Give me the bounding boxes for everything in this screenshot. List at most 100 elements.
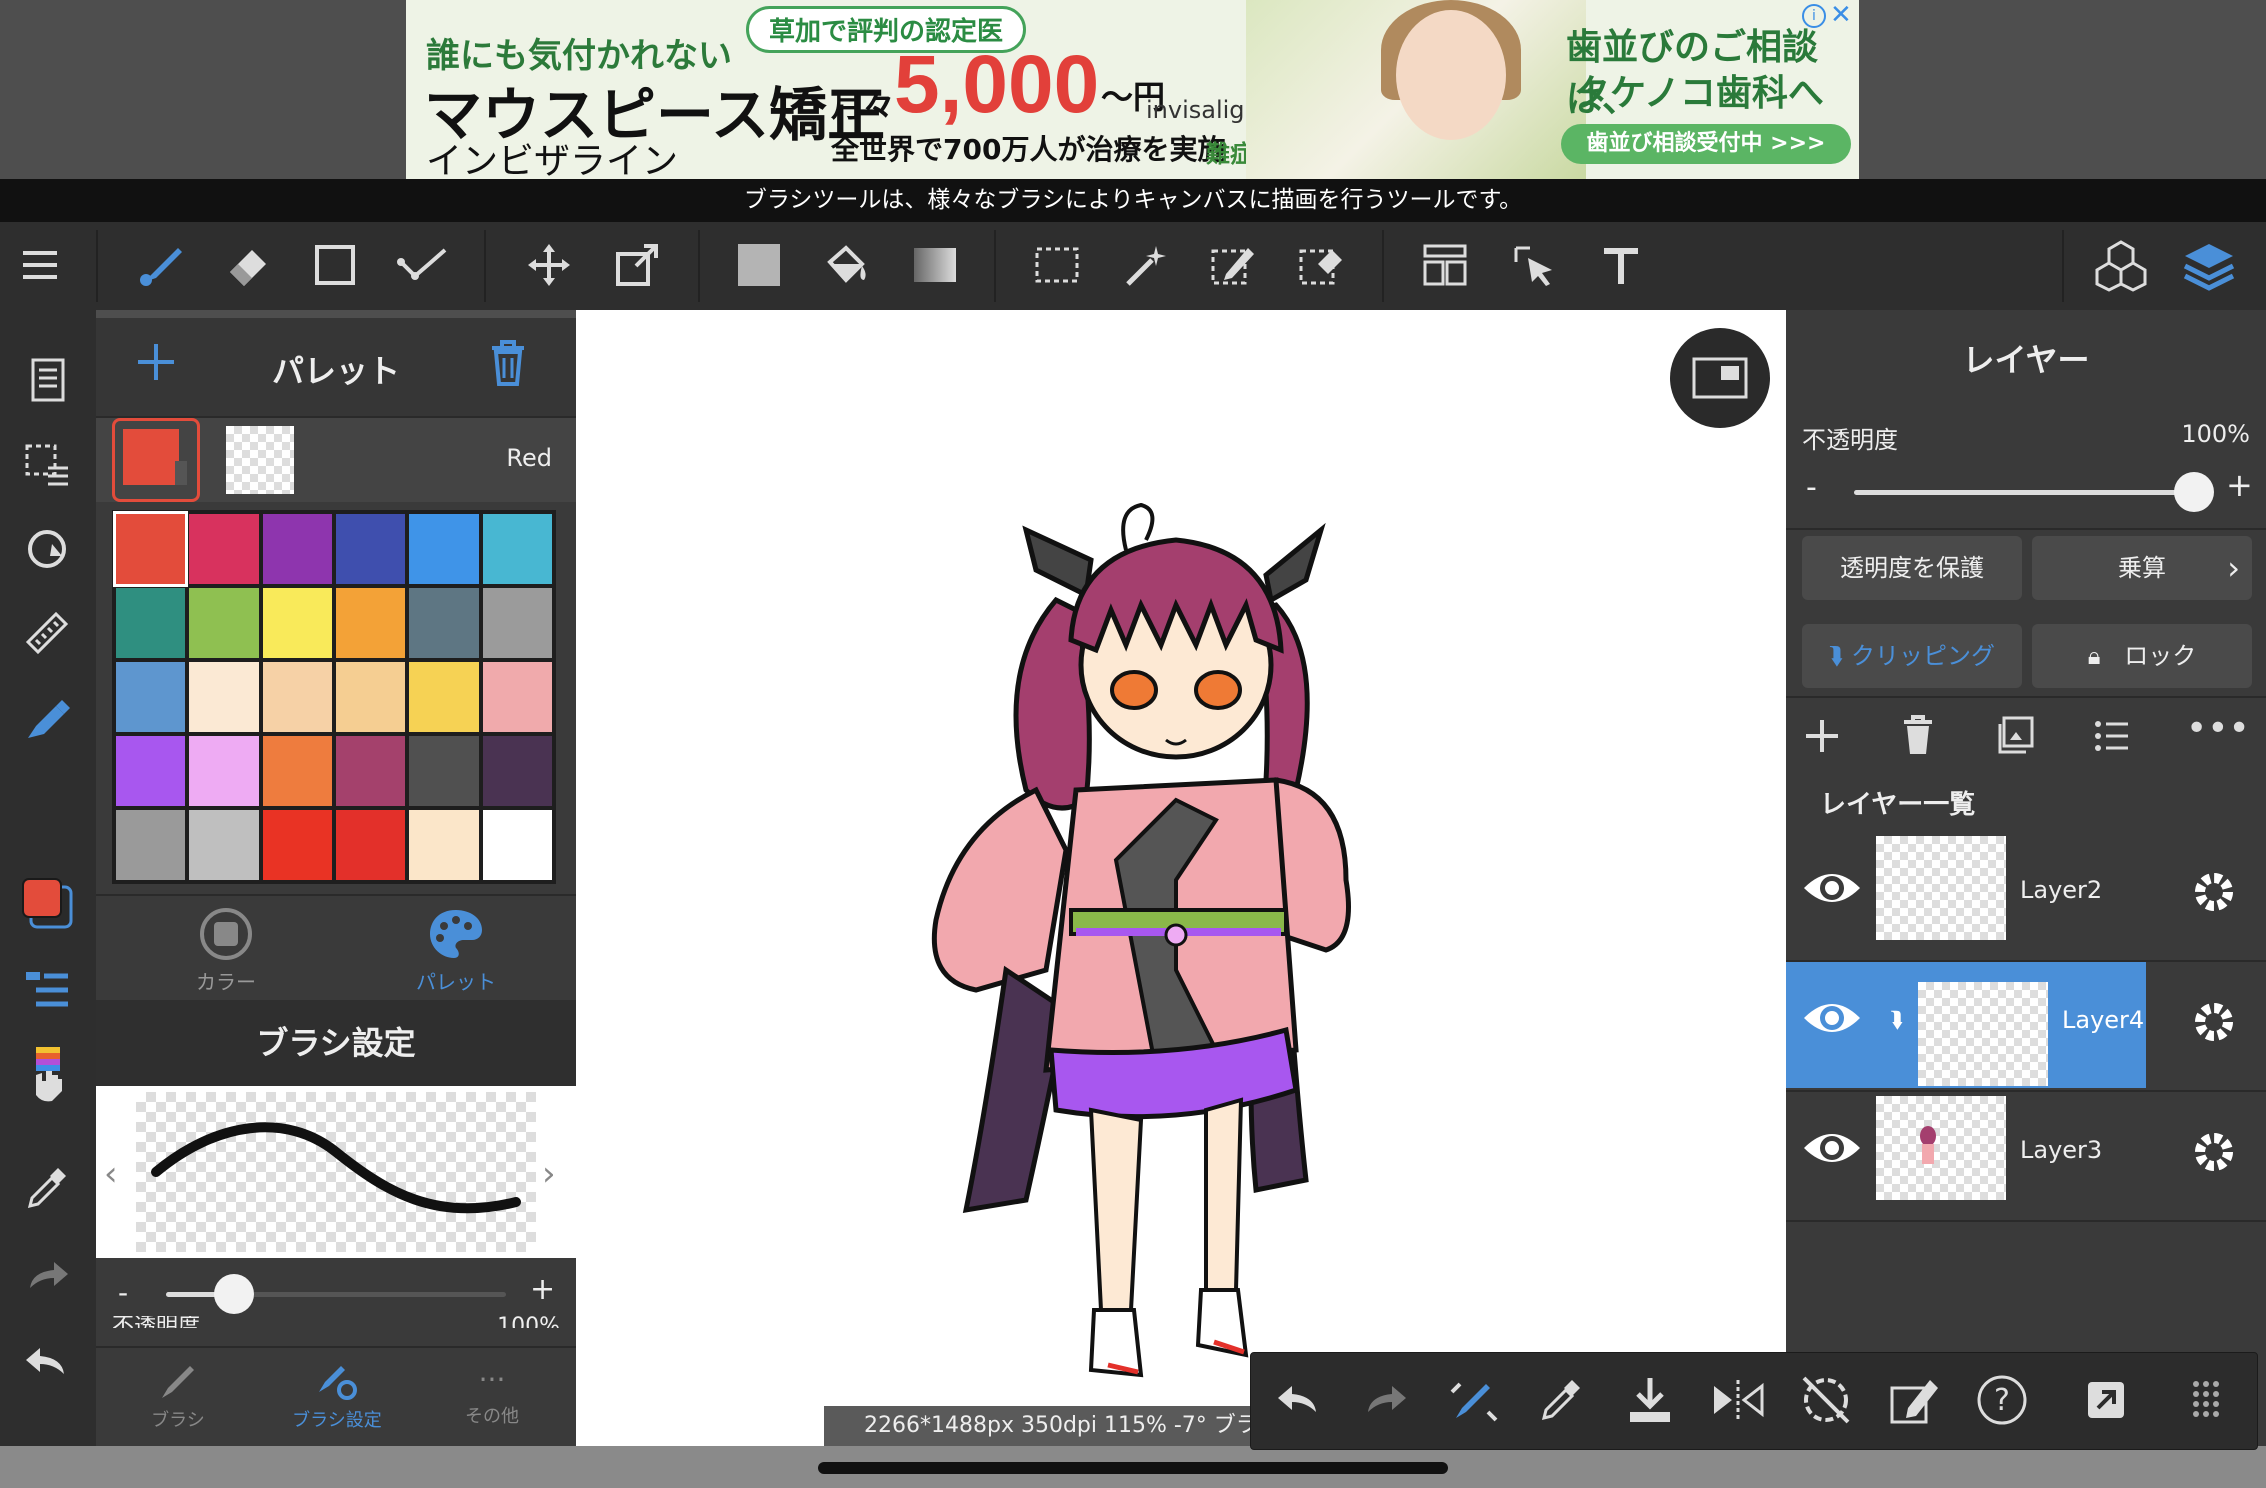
fill-color-icon[interactable] [726, 232, 792, 298]
brush-settings-icon[interactable] [14, 686, 80, 752]
layer-row-selected[interactable]: ⮯ Layer4 [1786, 960, 2266, 1092]
undo-icon[interactable] [14, 1330, 80, 1396]
select-layer-icon[interactable] [1500, 232, 1566, 298]
primary-color-swatch[interactable] [112, 418, 200, 502]
layout-icon[interactable] [1412, 232, 1478, 298]
palette-swatch[interactable] [262, 588, 332, 658]
move-tool-icon[interactable] [516, 232, 582, 298]
palette-swatch[interactable] [482, 514, 552, 584]
palette-swatch[interactable] [262, 662, 332, 732]
layer-more-icon[interactable]: ••• [2186, 708, 2250, 749]
ad-close-icon[interactable]: ✕ [1830, 0, 1852, 30]
ruler-icon[interactable] [14, 600, 80, 666]
palette-swatch[interactable] [262, 810, 332, 880]
bucket-tool-icon[interactable] [814, 232, 880, 298]
palette-swatch[interactable] [482, 588, 552, 658]
palette-swatch[interactable] [116, 662, 186, 732]
palette-swatch[interactable] [409, 514, 479, 584]
layer-settings-gear-icon[interactable] [2188, 1126, 2240, 1182]
select-pen-icon[interactable] [1200, 232, 1266, 298]
drag-handle-icon[interactable] [2171, 1365, 2241, 1435]
layer-opacity-knob[interactable] [2174, 472, 2214, 512]
opacity-decrease-icon[interactable]: - [1806, 470, 1817, 505]
palette-swatch[interactable] [482, 810, 552, 880]
palette-swatch[interactable] [189, 736, 259, 806]
select-eraser-icon[interactable] [1288, 232, 1354, 298]
line-tool-icon[interactable] [390, 232, 456, 298]
share-icon[interactable] [2071, 1365, 2141, 1435]
delete-layer-icon[interactable] [1898, 714, 1938, 762]
palette-swatch[interactable] [116, 588, 186, 658]
palette-swatch[interactable] [336, 810, 406, 880]
eyedropper-icon[interactable] [14, 1154, 80, 1220]
visibility-eye-icon[interactable] [1800, 1126, 1864, 1174]
menu-icon[interactable] [10, 232, 76, 298]
brush-next-icon[interactable]: › [542, 1154, 556, 1194]
ad-info-icon[interactable]: i [1802, 4, 1826, 28]
transform-icon[interactable] [1879, 1365, 1949, 1435]
shape-tool-icon[interactable] [302, 232, 368, 298]
palette-swatch[interactable] [336, 588, 406, 658]
rotate-view-icon[interactable] [14, 516, 80, 582]
eraser-tool-icon[interactable] [214, 232, 280, 298]
brush-toggle-icon[interactable] [1439, 1365, 1509, 1435]
layer-list-icon[interactable] [14, 958, 80, 1024]
redo-icon[interactable] [1351, 1365, 1421, 1435]
flip-icon[interactable] [1703, 1365, 1773, 1435]
undo-icon[interactable] [1263, 1365, 1333, 1435]
palette-swatch[interactable] [482, 662, 552, 732]
size-increase-icon[interactable]: + [530, 1272, 555, 1307]
palette-swatch[interactable] [116, 736, 186, 806]
color-swatch-icon[interactable] [14, 870, 80, 936]
ad-banner[interactable]: 誰にも気付かれない マウスピース矯正 インビザライン 草加で評判の認定医 月々 … [406, 0, 1859, 179]
palette-swatch[interactable] [189, 588, 259, 658]
layer-list-view-icon[interactable] [2092, 716, 2132, 760]
delete-palette-icon[interactable] [486, 338, 530, 392]
ad-cta-button[interactable]: 歯並び相談受付中 >>> [1561, 124, 1851, 164]
clipping-button[interactable]: ⮯ クリッピング [1802, 624, 2022, 688]
palette-swatch[interactable] [336, 514, 406, 584]
home-indicator[interactable] [818, 1462, 1448, 1474]
redo-icon[interactable] [14, 1244, 80, 1310]
palette-swatch[interactable] [262, 736, 332, 806]
transform-tool-icon[interactable] [604, 232, 670, 298]
palette-swatch[interactable] [409, 588, 479, 658]
brush-tool-icon[interactable] [126, 232, 192, 298]
palette-swatch[interactable] [262, 514, 332, 584]
tab-brush-settings[interactable]: ブラシ設定 [272, 1358, 402, 1432]
palette-swatch[interactable] [336, 662, 406, 732]
text-tool-icon[interactable] [1588, 232, 1654, 298]
eyedropper-icon[interactable] [1527, 1365, 1597, 1435]
layer-opacity-slider[interactable]: - + [1786, 460, 2266, 520]
palette-swatch[interactable] [189, 662, 259, 732]
rotate-reset-icon[interactable] [1791, 1365, 1861, 1435]
palette-swatch[interactable] [409, 662, 479, 732]
palette-swatch[interactable] [409, 810, 479, 880]
rainbow-hand-icon[interactable] [14, 1042, 80, 1108]
visibility-eye-icon[interactable] [1800, 866, 1864, 914]
magic-wand-icon[interactable] [1112, 232, 1178, 298]
tab-brush[interactable]: ブラシ [118, 1358, 238, 1432]
select-tool-icon[interactable] [1024, 232, 1090, 298]
lock-button[interactable]: 🔒︎ ロック [2032, 624, 2252, 688]
tab-color[interactable]: カラー [186, 906, 266, 995]
layer-row[interactable]: Layer3 [1786, 1090, 2266, 1222]
help-icon[interactable]: ? [1967, 1365, 2037, 1435]
palette-swatch[interactable] [112, 511, 189, 587]
fullscreen-toggle-icon[interactable] [1670, 328, 1770, 428]
brush-prev-icon[interactable]: ‹ [104, 1154, 118, 1194]
protect-alpha-button[interactable]: 透明度を保護 [1802, 536, 2022, 600]
add-layer-icon[interactable] [1802, 716, 1842, 760]
size-decrease-icon[interactable]: - [118, 1276, 128, 1309]
layer-settings-gear-icon[interactable] [2188, 996, 2240, 1052]
tab-palette[interactable]: パレット [406, 906, 506, 995]
palette-swatch[interactable] [116, 810, 186, 880]
palette-swatch[interactable] [189, 810, 259, 880]
materials-icon[interactable] [2088, 232, 2154, 298]
secondary-color-swatch[interactable] [226, 426, 294, 494]
palette-swatch[interactable] [336, 736, 406, 806]
drawing-canvas[interactable] [576, 310, 1786, 1488]
blend-mode-button[interactable]: 乗算 › [2032, 536, 2252, 600]
gradient-tool-icon[interactable] [902, 232, 968, 298]
palette-swatch[interactable] [189, 514, 259, 584]
